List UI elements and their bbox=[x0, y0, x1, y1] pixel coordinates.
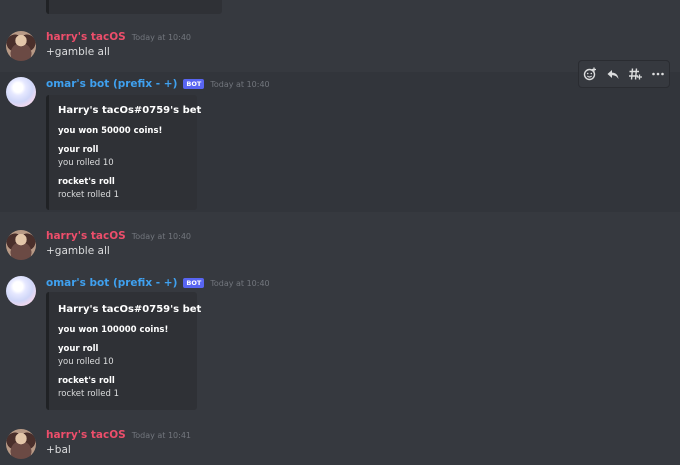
message-header: harry's tacOS Today at 10:41 bbox=[46, 429, 191, 441]
timestamp: Today at 10:41 bbox=[131, 431, 192, 440]
author-name[interactable]: harry's tacOS bbox=[46, 31, 126, 43]
message-text: +gamble all bbox=[46, 46, 110, 58]
embed-field-value: rocket rolled 1 bbox=[58, 389, 120, 399]
embed-title: Harry's tacOs#0759's bet bbox=[58, 304, 202, 315]
bot-avatar[interactable] bbox=[6, 77, 36, 107]
message-actions-toolbar bbox=[578, 60, 670, 88]
embed-field-name: rocket's roll bbox=[58, 376, 115, 386]
previous-embed-fragment bbox=[46, 0, 222, 14]
bot-badge: BOT bbox=[183, 278, 205, 288]
author-name[interactable]: harry's tacOS bbox=[46, 230, 126, 242]
message-header: omar's bot (prefix - +) BOT Today at 10:… bbox=[46, 277, 270, 289]
embed-title: Harry's tacOs#0759's bet bbox=[58, 105, 202, 116]
user-avatar[interactable] bbox=[6, 230, 36, 260]
message-text: +gamble all bbox=[46, 245, 110, 257]
bot-badge: BOT bbox=[183, 79, 205, 89]
user-avatar[interactable] bbox=[6, 429, 36, 459]
author-name[interactable]: harry's tacOS bbox=[46, 429, 126, 441]
author-name[interactable]: omar's bot (prefix - +) bbox=[46, 277, 177, 289]
chat-message-list: harry's tacOS Today at 10:40 +gamble all… bbox=[0, 0, 680, 465]
embed: Harry's tacOs#0759's bet you won 100000 … bbox=[46, 292, 201, 410]
embed-field-name: rocket's roll bbox=[58, 177, 115, 187]
embed-field-name: your roll bbox=[58, 145, 99, 155]
embed-field-value: you rolled 10 bbox=[58, 357, 114, 367]
bot-avatar[interactable] bbox=[6, 276, 36, 306]
more-options-icon[interactable] bbox=[649, 65, 667, 83]
timestamp: Today at 10:40 bbox=[210, 80, 270, 89]
timestamp: Today at 10:40 bbox=[131, 232, 192, 241]
message-item: harry's tacOS Today at 10:40 +gamble all bbox=[0, 225, 680, 267]
add-reaction-icon[interactable] bbox=[581, 65, 599, 83]
message-header: harry's tacOS Today at 10:40 bbox=[46, 31, 191, 43]
embed-field-value: rocket rolled 1 bbox=[58, 190, 120, 200]
message-item: omar's bot (prefix - +) BOT Today at 10:… bbox=[0, 72, 680, 212]
user-avatar[interactable] bbox=[6, 31, 36, 61]
embed: Harry's tacOs#0759's bet you won 50000 c… bbox=[46, 95, 201, 210]
message-header: harry's tacOS Today at 10:40 bbox=[46, 230, 191, 242]
message-text: +bal bbox=[46, 444, 71, 456]
create-thread-icon[interactable] bbox=[626, 65, 644, 83]
message-item: harry's tacOS Today at 10:41 +bal bbox=[0, 424, 680, 465]
reply-icon[interactable] bbox=[604, 65, 622, 83]
embed-description: you won 50000 coins! bbox=[58, 126, 163, 136]
timestamp: Today at 10:40 bbox=[131, 33, 192, 42]
embed-field-value: you rolled 10 bbox=[58, 158, 114, 168]
message-header: omar's bot (prefix - +) BOT Today at 10:… bbox=[46, 78, 270, 90]
message-item: omar's bot (prefix - +) BOT Today at 10:… bbox=[0, 270, 680, 415]
timestamp: Today at 10:40 bbox=[210, 279, 270, 288]
embed-description: you won 100000 coins! bbox=[58, 325, 169, 335]
embed-field-name: your roll bbox=[58, 344, 99, 354]
author-name[interactable]: omar's bot (prefix - +) bbox=[46, 78, 177, 90]
